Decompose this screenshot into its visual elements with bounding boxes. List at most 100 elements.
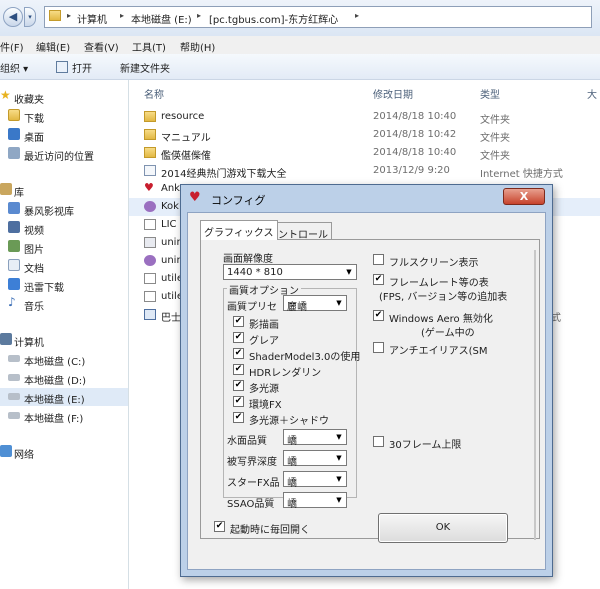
file-date: 2014/8/18 10:40 (373, 111, 457, 122)
organize-button[interactable]: 组织 ▾ (0, 60, 28, 75)
nav-libraries[interactable]: 库 (0, 181, 128, 199)
nav-computer-label: 计算机 (14, 338, 44, 349)
menu-edit[interactable]: 编辑(E) (36, 39, 70, 54)
ok-button[interactable]: OK (378, 513, 508, 543)
forward-dropdown-button[interactable]: ▾ (24, 7, 36, 27)
open-button[interactable]: 打开 (56, 60, 92, 75)
nav-favorites[interactable]: ★ 收藏夹 (0, 88, 128, 106)
shadermodel-checkbox[interactable]: ✔ (233, 348, 244, 359)
drive-icon (8, 393, 20, 400)
nav-drive-d[interactable]: 本地磁盘 (D:) (0, 369, 128, 387)
desktop-icon (8, 128, 20, 140)
file-row[interactable]: マニュアル 2014/8/18 10:42 文件夹 (129, 126, 600, 144)
nav-network[interactable]: 网络 (0, 443, 128, 461)
dof-select[interactable]: 嶠 ▼ (283, 450, 347, 468)
drive-icon (8, 374, 20, 381)
videos-icon (8, 221, 20, 233)
starfx-select[interactable]: 嶠 ▼ (283, 471, 347, 489)
file-icon (144, 291, 156, 302)
breadcrumb-drive-e[interactable]: 本地磁盘 (E:) (131, 11, 192, 26)
preset-select[interactable]: 廲嶠 ▼ (283, 295, 347, 313)
nav-lib-label: 视频 (24, 226, 44, 237)
column-header-type[interactable]: 类型 (480, 86, 500, 101)
file-row[interactable]: resource 2014/8/18 10:40 文件夹 (129, 108, 600, 126)
antialias-checkbox[interactable] (373, 342, 384, 353)
nav-lib-label: 迅雷下载 (24, 283, 64, 294)
address-bar: ◀ ▾ ▸ 计算机 ▸ 本地磁盘 (E:) ▸ [pc.tgbus.com]-东… (0, 0, 600, 37)
multilight-shadow-checkbox[interactable]: ✔ (233, 412, 244, 423)
nav-downloads[interactable]: 下载 (0, 107, 128, 125)
nav-lib-thunder[interactable]: 迅雷下载 (0, 276, 128, 294)
aero-checkbox[interactable]: ✔ (373, 310, 384, 321)
address-field[interactable]: ▸ 计算机 ▸ 本地磁盘 (E:) ▸ [pc.tgbus.com]-东方红辉心… (44, 6, 592, 28)
envfx-checkbox[interactable]: ✔ (233, 396, 244, 407)
shortcut-icon (144, 309, 156, 320)
resolution-value: 1440 * 810 (227, 267, 283, 278)
close-button[interactable]: X (503, 188, 545, 205)
tab-graphics[interactable]: グラフィックス (200, 220, 278, 240)
file-row[interactable]: 儖偀偡偨傕 2014/8/18 10:40 文件夹 (129, 144, 600, 162)
nav-desktop[interactable]: 桌面 (0, 126, 128, 144)
ssao-select[interactable]: 嶠 ▼ (283, 492, 347, 510)
antialias-label: アンチエイリアス(SM (389, 346, 488, 357)
menu-view[interactable]: 查看(V) (84, 39, 119, 54)
file-type: 文件夹 (480, 115, 510, 126)
starfx-label: スターFX品 (227, 478, 280, 489)
column-header-name[interactable]: 名称 (144, 86, 164, 101)
menu-file[interactable]: 件(F) (0, 39, 24, 54)
resolution-select[interactable]: 1440 * 810 ▼ (223, 264, 357, 280)
file-name: LIC (161, 219, 177, 230)
organize-label: 组织 (0, 64, 20, 75)
nav-lib-documents[interactable]: 文档 (0, 257, 128, 275)
glare-checkbox[interactable]: ✔ (233, 332, 244, 343)
fullscreen-label: フルスクリーン表示 (389, 258, 479, 269)
nav-lib-music[interactable]: ♪ 音乐 (0, 295, 128, 313)
fps-display-label: フレームレート等の表 (389, 278, 489, 289)
nav-drive-e[interactable]: 本地磁盘 (E:) (0, 388, 128, 406)
nav-recent-places[interactable]: 最近访问的位置 (0, 145, 128, 163)
nav-computer[interactable]: 计算机 (0, 331, 128, 349)
file-icon (144, 273, 156, 284)
fps-display-checkbox[interactable]: ✔ (373, 274, 384, 285)
nav-drive-label: 本地磁盘 (F:) (24, 414, 84, 425)
startup-checkbox[interactable]: ✔ (214, 521, 225, 532)
fps30-checkbox[interactable] (373, 436, 384, 447)
fps30-label: 30フレーム上限 (389, 440, 462, 451)
column-header-size[interactable]: 大 (587, 86, 597, 101)
nav-drive-label: 本地磁盘 (D:) (24, 376, 87, 387)
folder-icon (49, 10, 61, 22)
file-name: resource (161, 111, 205, 122)
water-quality-select[interactable]: 嶠 ▼ (283, 429, 347, 447)
internet-shortcut-icon (144, 165, 156, 176)
file-row[interactable]: 2014经典热门游戏下载大全 2013/12/9 9:20 Internet 快捷方… (129, 162, 600, 180)
nav-lib-pictures[interactable]: 图片 (0, 238, 128, 256)
fullscreen-checkbox[interactable] (373, 254, 384, 265)
nav-drive-f[interactable]: 本地磁盘 (F:) (0, 407, 128, 425)
dialog-body: グラフィックス コントロール 画面解像度 1440 * 810 ▼ 画質オプショ… (187, 212, 546, 570)
nav-lib-videos[interactable]: 视频 (0, 219, 128, 237)
breadcrumb-computer[interactable]: 计算机 (77, 11, 107, 26)
shadow-checkbox[interactable]: ✔ (233, 316, 244, 327)
multilight-checkbox[interactable]: ✔ (233, 380, 244, 391)
breadcrumb-game-folder[interactable]: [pc.tgbus.com]-东方红辉心 (209, 11, 338, 26)
new-folder-button[interactable]: 新建文件夹 (120, 60, 170, 75)
hdr-checkbox[interactable]: ✔ (233, 364, 244, 375)
chevron-down-icon: ▼ (336, 454, 342, 462)
envfx-label: 環境FX (249, 400, 282, 411)
column-header-date[interactable]: 修改日期 (373, 86, 413, 101)
panel-divider (534, 250, 536, 540)
file-name: 儖偀偡偨傕 (161, 151, 211, 162)
config-dialog: ♥ コンフィグ X グラフィックス コントロール 画面解像度 1440 * 81… (180, 184, 553, 577)
multilight-shadow-label: 多光源＋シャドウ (249, 416, 329, 427)
shadow-label: 影描画 (249, 320, 279, 331)
nav-lib-baofeng[interactable]: 暴风影视库 (0, 200, 128, 218)
nav-drive-c[interactable]: 本地磁盘 (C:) (0, 350, 128, 368)
chevron-down-icon: ▼ (336, 496, 342, 504)
menu-tools[interactable]: 工具(T) (132, 39, 166, 54)
menu-help[interactable]: 帮助(H) (180, 39, 215, 54)
aero-note: (ゲーム中の (421, 328, 475, 339)
back-button[interactable]: ◀ (3, 7, 23, 27)
drive-icon (8, 412, 20, 419)
nav-lib-label: 暴风影视库 (24, 207, 74, 218)
graphics-tab-panel: 画面解像度 1440 * 810 ▼ 画質オプション 画質プリセ 廲嶠 ▼ ✔ … (200, 239, 540, 540)
